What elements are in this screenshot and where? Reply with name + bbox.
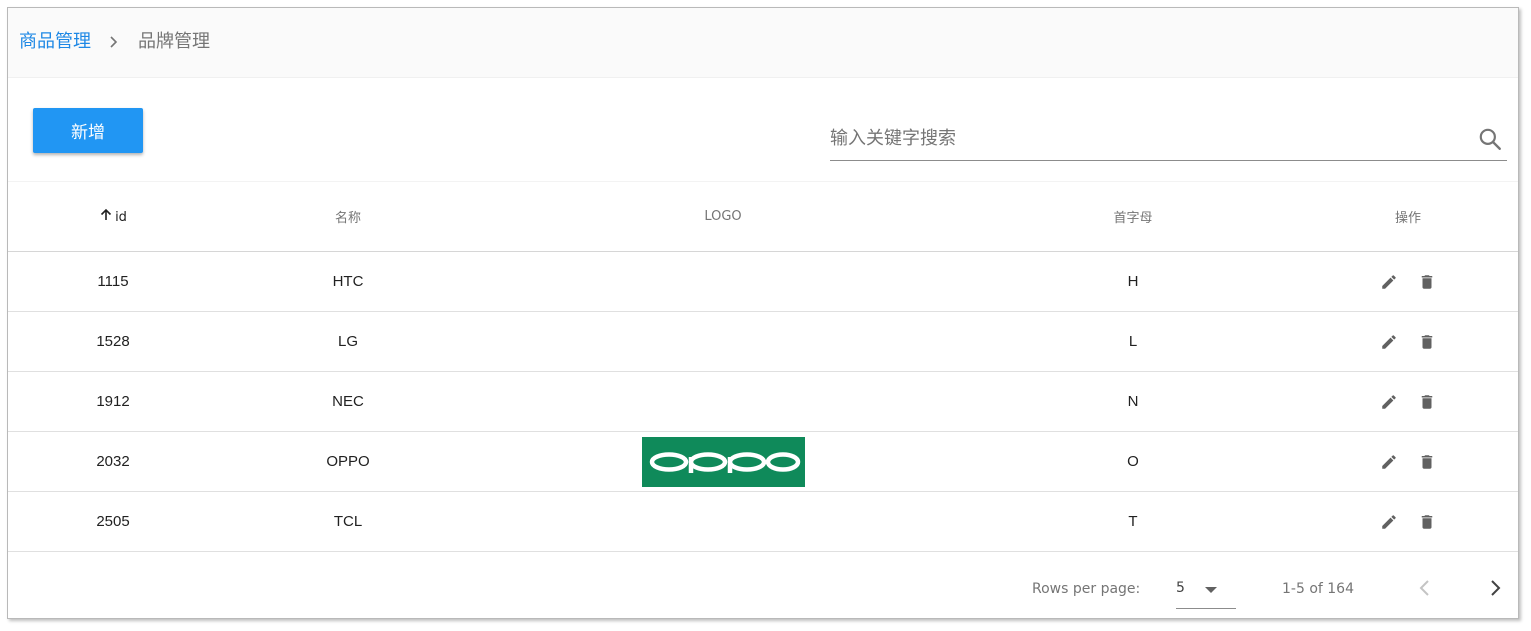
rows-per-page-label: Rows per page:	[1032, 581, 1141, 597]
column-header-id[interactable]: id	[8, 182, 218, 252]
cell-logo	[478, 371, 968, 432]
table-header-row: id 名称 LOGO 首字母 操作	[8, 182, 1518, 252]
delete-icon[interactable]	[1415, 330, 1439, 354]
cell-logo	[478, 491, 968, 552]
chevron-right-icon	[110, 36, 118, 48]
cell-letter: O	[968, 431, 1298, 492]
oppo-logo	[641, 436, 805, 487]
cell-actions	[1298, 311, 1518, 372]
column-label-id: id	[115, 210, 127, 225]
cell-name: NEC	[218, 371, 478, 432]
cell-name: LG	[218, 311, 478, 372]
cell-logo	[478, 431, 968, 492]
caret-down-icon	[1205, 587, 1217, 593]
delete-icon[interactable]	[1415, 390, 1439, 414]
cell-actions	[1298, 431, 1518, 492]
column-label-actions: 操作	[1394, 211, 1421, 226]
table-row: 1912 NEC N	[8, 371, 1518, 432]
search-field	[830, 120, 1507, 161]
delete-icon[interactable]	[1415, 510, 1439, 534]
column-label-logo: LOGO	[704, 209, 742, 224]
edit-icon[interactable]	[1377, 330, 1401, 354]
cell-id: 1115	[8, 251, 218, 312]
delete-icon[interactable]	[1415, 450, 1439, 474]
cell-letter: L	[968, 311, 1298, 372]
breadcrumb-item-brand-management: 品牌管理	[138, 31, 210, 52]
cell-id: 1528	[8, 311, 218, 372]
cell-actions	[1298, 491, 1518, 552]
column-header-logo[interactable]: LOGO	[478, 182, 968, 252]
column-label-name: 名称	[334, 211, 361, 226]
edit-icon[interactable]	[1377, 270, 1401, 294]
cell-name: OPPO	[218, 431, 478, 492]
cell-id: 2505	[8, 491, 218, 552]
cell-name: TCL	[218, 491, 478, 552]
column-header-actions: 操作	[1298, 182, 1518, 252]
edit-icon[interactable]	[1377, 510, 1401, 534]
edit-icon[interactable]	[1377, 450, 1401, 474]
cell-name: HTC	[218, 251, 478, 312]
table-row: 1115 HTC H	[8, 251, 1518, 312]
toolbar: 新增	[8, 78, 1518, 182]
chevron-left-icon[interactable]	[1413, 576, 1437, 600]
table-row: 1528 LG L	[8, 311, 1518, 372]
search-input[interactable]	[830, 120, 1450, 156]
rows-per-page-value: 5	[1176, 580, 1185, 596]
search-icon[interactable]	[1477, 126, 1503, 152]
cell-logo	[478, 311, 968, 372]
cell-actions	[1298, 251, 1518, 312]
breadcrumb: 商品管理 品牌管理	[8, 8, 1518, 78]
brand-table: id 名称 LOGO 首字母 操作 1115 HTC H 1528 LG L 1…	[8, 182, 1518, 552]
breadcrumb-item-goods-management[interactable]: 商品管理	[19, 30, 91, 54]
page-range: 1-5 of 164	[1282, 581, 1354, 597]
add-brand-button[interactable]: 新增	[33, 108, 143, 153]
chevron-right-icon[interactable]	[1483, 576, 1507, 600]
cell-id: 1912	[8, 371, 218, 432]
arrow-up-icon	[100, 208, 112, 220]
edit-icon[interactable]	[1377, 390, 1401, 414]
delete-icon[interactable]	[1415, 270, 1439, 294]
column-header-name[interactable]: 名称	[218, 182, 478, 252]
column-label-letter: 首字母	[1113, 211, 1153, 226]
table-row: 2505 TCL T	[8, 491, 1518, 552]
rows-per-page-select[interactable]: 5	[1176, 574, 1236, 609]
column-header-letter[interactable]: 首字母	[968, 182, 1298, 252]
brand-management-panel: 商品管理 品牌管理 新增 输入关键字搜索 id 名称 LOGO 首字母 操作 1…	[7, 7, 1519, 619]
cell-letter: N	[968, 371, 1298, 432]
pagination: Rows per page: 5 1-5 of 164	[8, 554, 1518, 618]
cell-id: 2032	[8, 431, 218, 492]
cell-logo	[478, 251, 968, 312]
cell-letter: H	[968, 251, 1298, 312]
cell-letter: T	[968, 491, 1298, 552]
table-row: 2032 OPPO O	[8, 431, 1518, 492]
cell-actions	[1298, 371, 1518, 432]
